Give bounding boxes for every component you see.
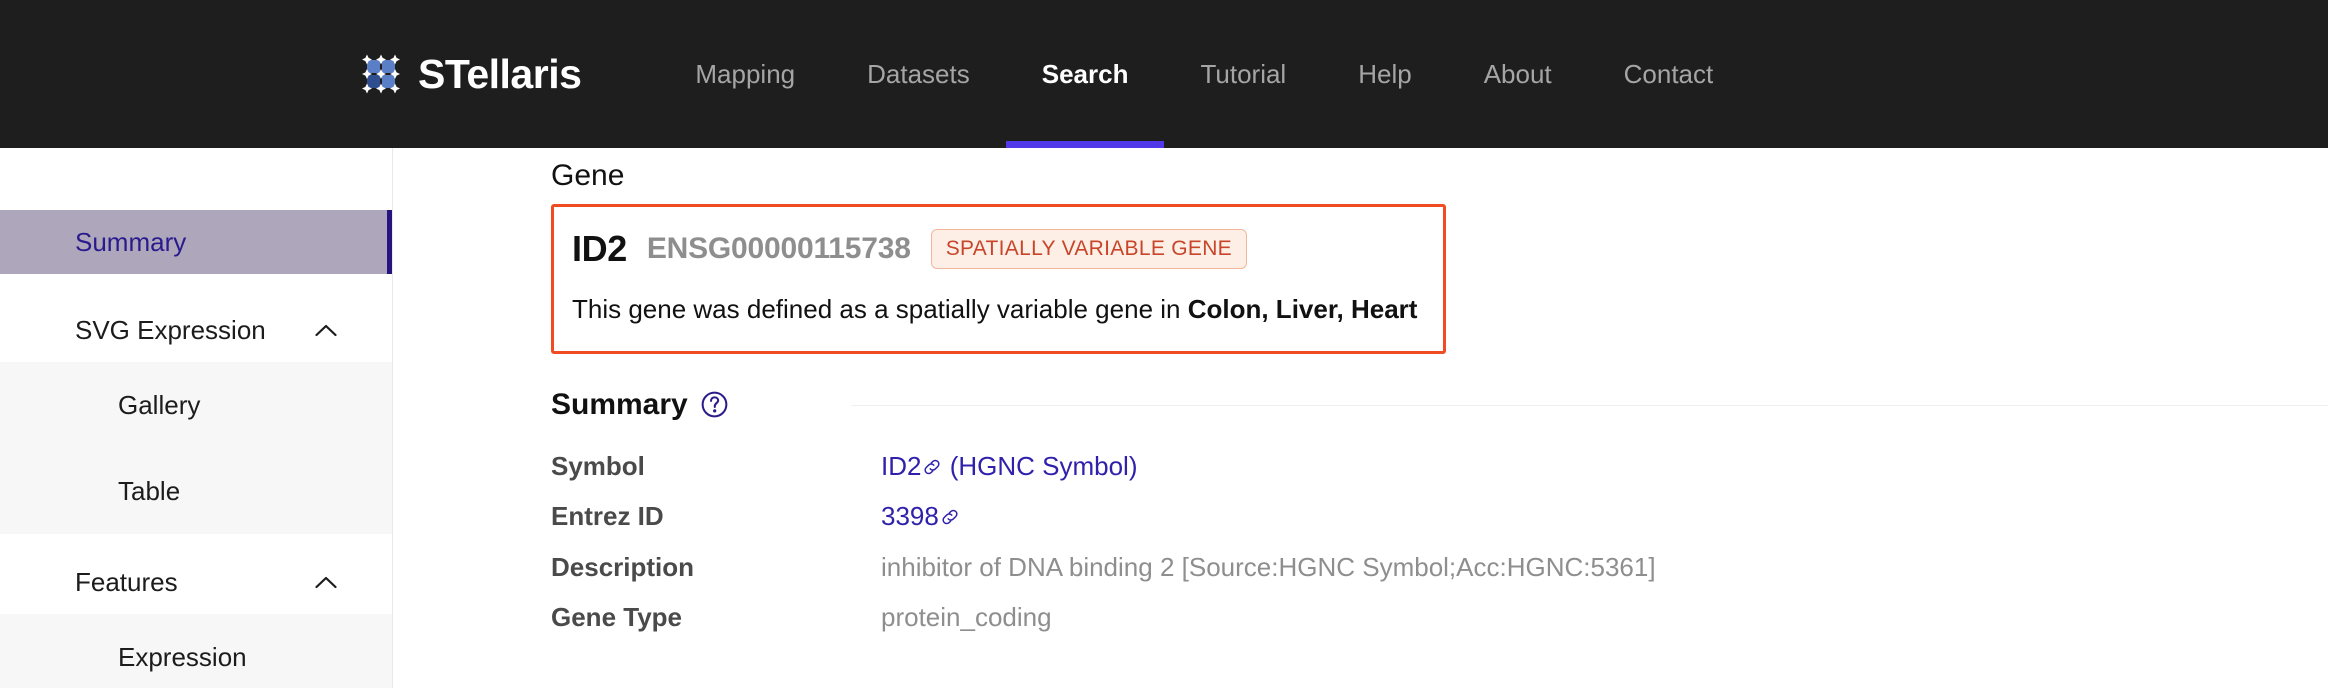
main-content: Gene ID2 ENSG00000115738 SPATIALLY VARIA… bbox=[393, 148, 2328, 688]
gene-ensembl-id: ENSG00000115738 bbox=[646, 232, 911, 265]
table-row: Description inhibitor of DNA binding 2 [… bbox=[551, 551, 2251, 602]
nav-item-contact[interactable]: Contact bbox=[1588, 0, 1750, 148]
sidebar-subgroup-features: Expression bbox=[0, 614, 392, 688]
gene-definition-tissues: Colon, Liver, Heart bbox=[1187, 294, 1418, 324]
sidebar-item-table[interactable]: Table bbox=[0, 448, 392, 534]
brand-logo-link[interactable]: STellaris bbox=[362, 50, 582, 97]
symbol-link[interactable]: ID2 bbox=[881, 451, 921, 481]
sidebar-item-summary[interactable]: Summary bbox=[0, 210, 392, 274]
gene-definition-text: This gene was defined as a spatially var… bbox=[572, 293, 1443, 327]
summary-divider bbox=[851, 404, 2328, 406]
sidebar: Summary SVG Expression Gallery Table Fea… bbox=[0, 148, 393, 688]
symbol-source-note: (HGNC Symbol) bbox=[942, 450, 1138, 481]
sidebar-item-expression-label: Expression bbox=[118, 641, 247, 672]
sidebar-group-svg-expression-label: SVG Expression bbox=[75, 314, 266, 345]
brand-name: STellaris bbox=[418, 50, 582, 97]
chevron-up-icon bbox=[315, 576, 337, 588]
external-link-icon[interactable] bbox=[922, 457, 942, 477]
gene-section-label: Gene bbox=[551, 159, 625, 192]
summary-key-description: Description bbox=[551, 551, 695, 582]
external-link-icon[interactable] bbox=[940, 507, 960, 527]
nav-items: Mapping Datasets Search Tutorial Help Ab… bbox=[659, 0, 1749, 148]
summary-title: Summary bbox=[551, 387, 688, 421]
entrez-id-link[interactable]: 3398 bbox=[881, 501, 939, 531]
table-row: Gene Type protein_coding bbox=[551, 601, 2251, 652]
content-column: Gene ID2 ENSG00000115738 SPATIALLY VARIA… bbox=[393, 158, 2328, 652]
sidebar-group-features-label: Features bbox=[75, 566, 178, 597]
question-circle-icon[interactable] bbox=[701, 391, 728, 418]
chevron-up-icon bbox=[315, 324, 337, 336]
sidebar-group-svg-expression[interactable]: SVG Expression bbox=[0, 298, 392, 362]
gene-header-box: ID2 ENSG00000115738 SPATIALLY VARIABLE G… bbox=[551, 204, 1446, 354]
summary-value-entrez-id: 3398 bbox=[881, 500, 2251, 551]
table-row: Entrez ID 3398 bbox=[551, 500, 2251, 551]
sidebar-item-gallery[interactable]: Gallery bbox=[0, 362, 392, 448]
summary-value-description: inhibitor of DNA binding 2 [Source:HGNC … bbox=[881, 551, 1656, 582]
summary-key-entrez-id: Entrez ID bbox=[551, 501, 664, 532]
summary-key-gene-type: Gene Type bbox=[551, 602, 683, 633]
table-row: Symbol ID2 (HGNC Symbol) bbox=[551, 450, 2251, 501]
nav-item-help[interactable]: Help bbox=[1322, 0, 1447, 148]
status-badge: SPATIALLY VARIABLE GENE bbox=[930, 229, 1247, 269]
stellaris-grid-logo-icon bbox=[362, 54, 400, 94]
sidebar-item-gallery-label: Gallery bbox=[118, 389, 201, 420]
nav-item-about[interactable]: About bbox=[1448, 0, 1588, 148]
nav-item-mapping[interactable]: Mapping bbox=[659, 0, 831, 148]
summary-table: Symbol ID2 (HGNC Symbol) Entrez ID 3398 … bbox=[551, 450, 2251, 652]
top-navigation-bar: STellaris Mapping Datasets Search Tutori… bbox=[0, 0, 2328, 148]
summary-key-symbol: Symbol bbox=[551, 450, 645, 481]
summary-section-header: Summary bbox=[551, 387, 2328, 421]
sidebar-item-summary-label: Summary bbox=[75, 226, 187, 257]
nav-item-datasets[interactable]: Datasets bbox=[831, 0, 1006, 148]
gene-identity-row: ID2 ENSG00000115738 SPATIALLY VARIABLE G… bbox=[572, 229, 1443, 269]
summary-value-gene-type: protein_coding bbox=[881, 602, 1052, 633]
sidebar-subgroup-svg-expression: Gallery Table bbox=[0, 362, 392, 534]
gene-definition-prefix: This gene was defined as a spatially var… bbox=[572, 294, 1188, 324]
nav-item-search[interactable]: Search bbox=[1005, 0, 1165, 148]
nav-inner: STellaris Mapping Datasets Search Tutori… bbox=[0, 0, 1749, 148]
gene-symbol: ID2 bbox=[572, 228, 627, 269]
sidebar-group-features[interactable]: Features bbox=[0, 550, 392, 614]
nav-item-tutorial[interactable]: Tutorial bbox=[1164, 0, 1322, 148]
sidebar-item-expression[interactable]: Expression bbox=[0, 614, 392, 688]
summary-value-symbol: ID2 (HGNC Symbol) bbox=[881, 450, 2251, 501]
sidebar-item-table-label: Table bbox=[118, 475, 181, 506]
page-body: Summary SVG Expression Gallery Table Fea… bbox=[0, 148, 2328, 688]
